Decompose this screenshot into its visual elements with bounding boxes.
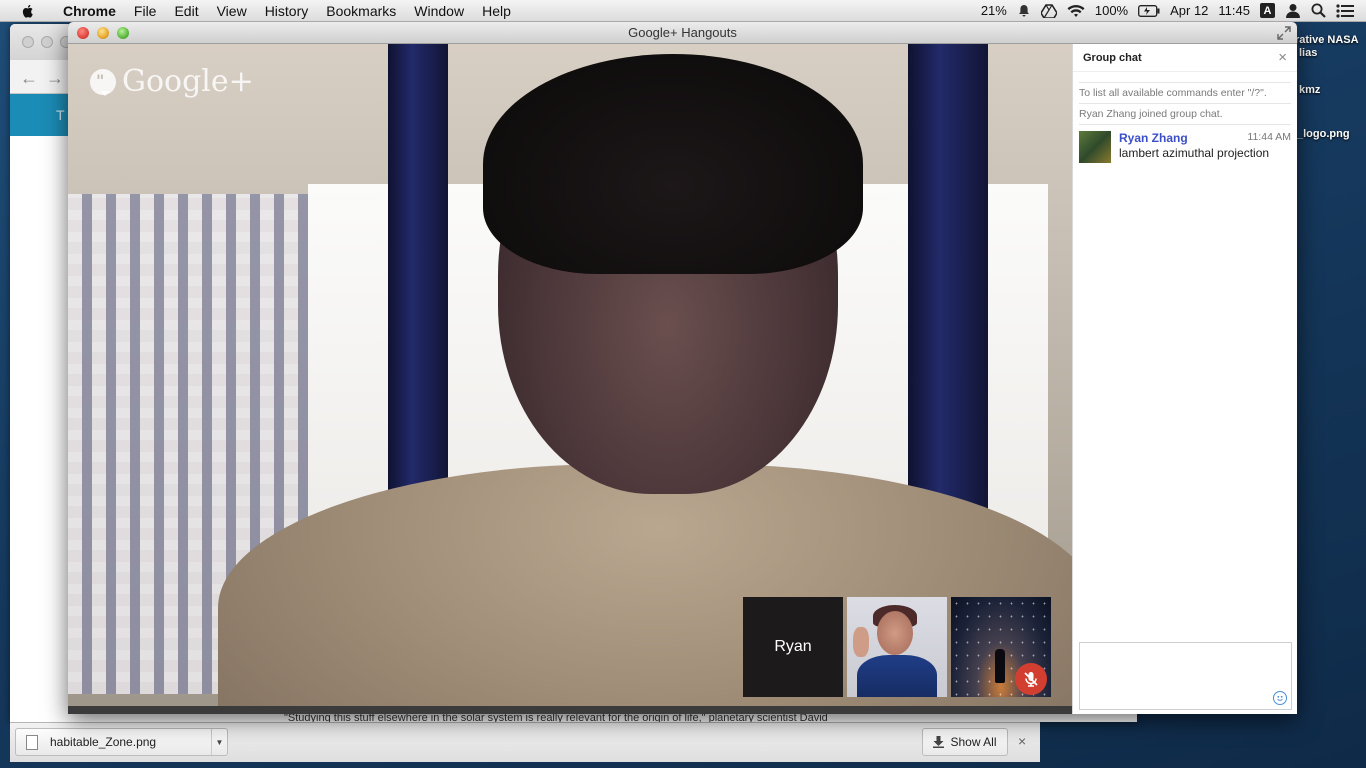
menu-file[interactable]: File [125,3,166,19]
chat-message: Ryan Zhang 11:44 AM lambert azimuthal pr… [1073,125,1297,169]
hangouts-bubble-icon: " [90,68,116,96]
chevron-down-icon[interactable]: ▼ [211,729,227,755]
download-shelf: habitable_Zone.png ▼ Show All × [10,722,1040,762]
battery-percent-a[interactable]: 21% [981,3,1007,18]
user-icon[interactable] [1285,3,1301,18]
clock-date[interactable]: Apr 12 [1170,3,1208,18]
chat-sender-name[interactable]: Ryan Zhang [1119,131,1188,145]
menu-edit[interactable]: Edit [165,3,207,19]
desktop-file-label[interactable]: kmz [1299,84,1320,96]
desktop-file-label[interactable]: _logo.png [1297,128,1350,140]
hangouts-bubble-glyph: " [96,70,105,90]
drive-sync-icon[interactable] [1040,3,1057,18]
desktop-file-label[interactable]: rative NASA [1295,34,1359,46]
hangouts-titlebar: Google+ Hangouts [68,22,1297,44]
participant-name: Ryan [774,638,812,655]
notification-center-icon[interactable] [1336,3,1354,18]
chat-timestamp: 11:44 AM [1247,131,1291,143]
spotlight-search-icon[interactable] [1311,3,1326,18]
window-title: Google+ Hangouts [628,25,737,40]
group-chat-panel: Group chat × To list all available comma… [1072,44,1297,714]
menu-bar: Chrome File Edit View History Bookmarks … [0,0,1366,22]
fullscreen-icon[interactable] [1277,26,1291,40]
chat-header: Group chat × [1073,44,1297,72]
chat-title: Group chat [1083,51,1142,64]
emoji-icon[interactable] [1273,691,1287,705]
notification-bell-icon[interactable] [1017,4,1031,18]
chat-message-text: lambert azimuthal projection [1119,146,1270,160]
minimize-window-icon[interactable] [97,27,109,39]
silhouette-figure [995,649,1005,683]
apple-icon[interactable] [20,3,36,19]
chat-system-message: Ryan Zhang joined group chat. [1079,104,1291,125]
desktop-file-label[interactable]: lias [1299,47,1317,59]
input-source-icon[interactable]: A [1260,3,1275,18]
video-bottom-bar [68,706,1072,714]
image-file-icon [26,734,38,750]
back-arrow-icon[interactable]: ← [20,68,38,89]
site-banner-text[interactable]: T [56,107,65,123]
close-window-icon[interactable] [22,36,34,48]
chat-system-message: To list all available commands enter "/?… [1079,82,1291,104]
participant-face [877,611,913,655]
menu-history[interactable]: History [256,3,318,19]
battery-icon[interactable] [1138,4,1160,17]
download-item[interactable]: habitable_Zone.png ▼ [15,728,228,756]
status-menus: 21% 100% Apr 12 11:45 A [981,3,1366,18]
menu-view[interactable]: View [208,3,256,19]
menu-bookmarks[interactable]: Bookmarks [317,3,405,19]
chat-input[interactable] [1079,642,1292,710]
clock-time[interactable]: 11:45 [1218,3,1250,18]
show-all-downloads-button[interactable]: Show All [922,728,1008,756]
google-plus-logo: " Google+ [90,64,254,99]
menu-window[interactable]: Window [405,3,473,19]
zoom-window-icon[interactable] [117,27,129,39]
google-plus-logo-text: Google+ [122,64,254,99]
forward-arrow-icon[interactable]: → [46,68,64,89]
minimize-window-icon[interactable] [41,36,53,48]
close-shelf-icon[interactable]: × [1018,733,1026,749]
menu-help[interactable]: Help [473,3,520,19]
participant-thumbnail[interactable] [847,597,947,697]
participant-hand [853,627,869,657]
participant-thumbnail-ryan[interactable]: Ryan [743,597,843,697]
show-all-label: Show All [950,735,997,749]
close-icon[interactable]: × [1278,49,1287,66]
hangouts-window[interactable]: Google+ Hangouts " Google+ Ryan Group ch… [68,22,1297,714]
video-participant-hair [483,54,863,274]
download-file-name: habitable_Zone.png [50,735,157,749]
participant-body [857,655,937,697]
download-arrow-icon [933,736,945,748]
battery-percent-b[interactable]: 100% [1095,3,1128,18]
menu-app-chrome[interactable]: Chrome [54,3,125,19]
avatar[interactable] [1079,131,1111,163]
wifi-icon[interactable] [1067,4,1085,18]
microphone-muted-icon[interactable] [1015,663,1047,695]
input-source-label: A [1260,3,1275,18]
close-window-icon[interactable] [77,27,89,39]
